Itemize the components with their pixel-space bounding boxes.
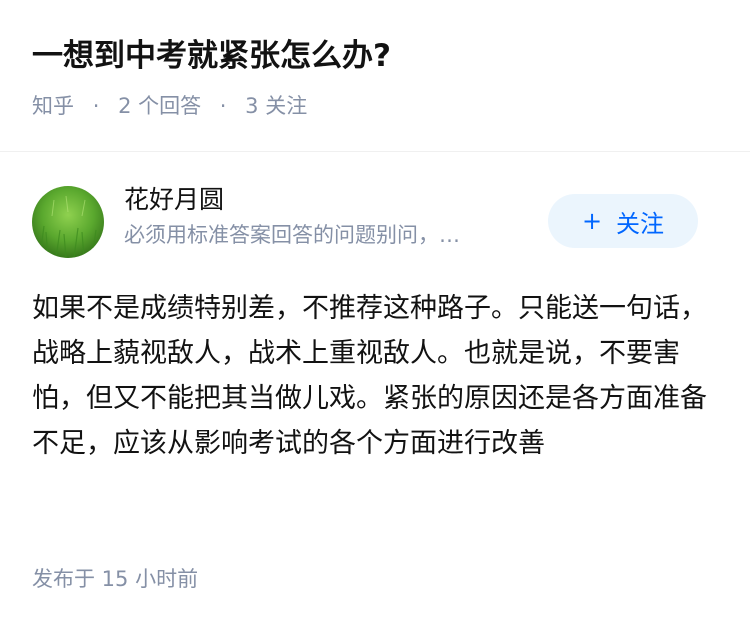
- publish-time: 发布于 15 小时前: [32, 567, 199, 591]
- question-meta: 知乎 · 2 个回答 · 3 关注: [32, 91, 718, 121]
- source-label[interactable]: 知乎: [32, 94, 74, 118]
- author-row: 花好月圆 必须用标准答案回答的问题别问，… + 关注: [32, 185, 698, 258]
- follow-button-label: 关注: [616, 209, 665, 238]
- section-divider: [0, 151, 750, 152]
- author-info: 花好月圆 必须用标准答案回答的问题别问，…: [124, 182, 544, 252]
- meta-separator: ·: [92, 94, 100, 118]
- plus-icon: +: [581, 207, 603, 235]
- avatar[interactable]: [32, 186, 104, 258]
- author-name[interactable]: 花好月圆: [124, 182, 544, 218]
- author-bio: 必须用标准答案回答的问题别问，…: [124, 223, 460, 247]
- question-header: 一想到中考就紧张怎么办? 知乎 · 2 个回答 · 3 关注: [32, 32, 718, 121]
- answer-content[interactable]: 如果不是成绩特别差，不推荐这种路子。只能送一句话，战略上藐视敌人，战术上重视敌人…: [32, 286, 707, 466]
- follow-count: 3 关注: [245, 94, 308, 118]
- answer-count[interactable]: 2 个回答: [118, 94, 201, 118]
- meta-separator: ·: [219, 94, 227, 118]
- question-title[interactable]: 一想到中考就紧张怎么办?: [32, 32, 718, 80]
- follow-button[interactable]: + 关注: [548, 194, 698, 248]
- grass-avatar-image: [32, 186, 104, 258]
